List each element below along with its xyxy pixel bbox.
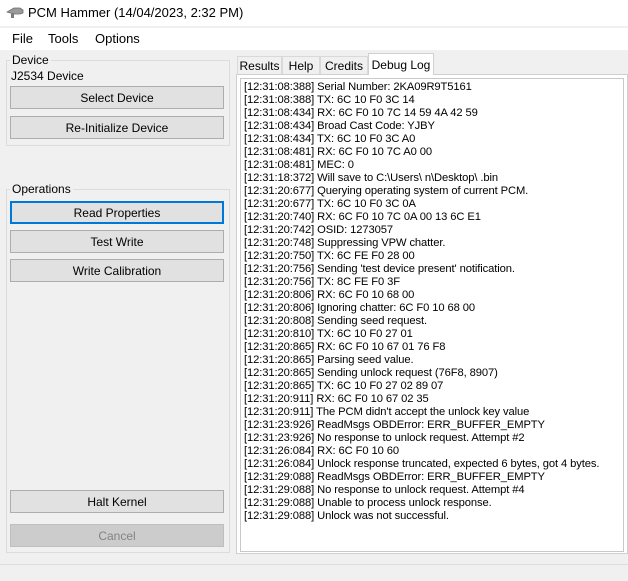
log-line: [12:31:20:677] Querying operating system… xyxy=(244,185,529,197)
test-write-button[interactable]: Test Write xyxy=(10,230,224,253)
log-line: [12:31:20:865] RX: 6C F0 10 67 01 76 F8 xyxy=(244,341,446,353)
menu-file[interactable]: File xyxy=(10,31,35,46)
log-line: [12:31:20:911] The PCM didn't accept the… xyxy=(244,406,530,418)
menu-options[interactable]: Options xyxy=(93,31,142,46)
log-line: [12:31:08:481] MEC: 0 xyxy=(244,159,354,171)
device-name: J2534 Device xyxy=(11,69,84,83)
menu-bar: File Tools Options xyxy=(0,28,628,50)
log-line: [12:31:20:810] TX: 6C 10 F0 27 01 xyxy=(244,328,413,340)
tab-credits[interactable]: Credits xyxy=(320,56,368,74)
log-line: [12:31:20:748] Suppressing VPW chatter. xyxy=(244,237,446,249)
halt-kernel-button[interactable]: Halt Kernel xyxy=(10,490,224,513)
hammer-icon xyxy=(6,7,24,18)
log-line: [12:31:20:865] Parsing seed value. xyxy=(244,354,414,366)
status-bar xyxy=(0,564,628,581)
log-line: [12:31:20:750] TX: 6C FE F0 28 00 xyxy=(244,250,415,262)
log-line: [12:31:20:756] TX: 8C FE F0 3F xyxy=(244,276,400,288)
log-line: [12:31:08:434] TX: 6C 10 F0 3C A0 xyxy=(244,133,416,145)
log-line: [12:31:08:481] RX: 6C F0 10 7C A0 00 xyxy=(244,146,432,158)
window-title: PCM Hammer (14/04/2023, 2:32 PM) xyxy=(28,5,244,20)
log-line: [12:31:20:865] Sending unlock request (7… xyxy=(244,367,498,379)
reinitialize-device-button[interactable]: Re-Initialize Device xyxy=(10,116,224,139)
log-line: [12:31:08:434] Broad Cast Code: YJBY xyxy=(244,120,435,132)
log-line: [12:31:20:865] TX: 6C 10 F0 27 02 89 07 xyxy=(244,380,444,392)
select-device-button[interactable]: Select Device xyxy=(10,86,224,109)
log-line: [12:31:29:088] Unlock was not successful… xyxy=(244,510,449,522)
log-line: [12:31:20:911] RX: 6C F0 10 67 02 35 xyxy=(244,393,429,405)
log-line: [12:31:20:808] Sending seed request. xyxy=(244,315,428,327)
operations-group-label: Operations xyxy=(10,182,73,196)
log-line: [12:31:08:434] RX: 6C F0 10 7C 14 59 4A … xyxy=(244,107,478,119)
log-line: [12:31:08:388] TX: 6C 10 F0 3C 14 xyxy=(244,94,415,106)
read-properties-button[interactable]: Read Properties xyxy=(10,201,224,224)
log-line: [12:31:20:756] Sending 'test device pres… xyxy=(244,263,515,275)
log-line: [12:31:18:372] Will save to C:\Users\ n\… xyxy=(244,172,499,184)
log-line: [12:31:20:677] TX: 6C 10 F0 3C 0A xyxy=(244,198,416,210)
log-line: [12:31:20:806] RX: 6C F0 10 68 00 xyxy=(244,289,415,301)
log-line: [12:31:08:388] Serial Number: 2KA09R9T51… xyxy=(244,81,472,93)
log-line: [12:31:29:088] ReadMsgs OBDError: ERR_BU… xyxy=(244,471,545,483)
log-line: [12:31:20:740] RX: 6C F0 10 7C 0A 00 13 … xyxy=(244,211,481,223)
menu-tools[interactable]: Tools xyxy=(46,31,80,46)
debug-log-textbox[interactable]: [12:31:08:388] Serial Number: 2KA09R9T51… xyxy=(240,78,624,552)
tab-help[interactable]: Help xyxy=(282,56,320,74)
log-line: [12:31:20:742] OSID: 1273057 xyxy=(244,224,393,236)
log-line: [12:31:26:084] RX: 6C F0 10 60 xyxy=(244,445,399,457)
tab-results[interactable]: Results xyxy=(237,56,282,74)
log-line: [12:31:20:806] Ignoring chatter: 6C F0 1… xyxy=(244,302,476,314)
log-line: [12:31:29:088] No response to unlock req… xyxy=(244,484,525,496)
write-calibration-button[interactable]: Write Calibration xyxy=(10,259,224,282)
tab-debug-log[interactable]: Debug Log xyxy=(368,53,434,75)
log-line: [12:31:29:088] Unable to process unlock … xyxy=(244,497,492,509)
title-bar: PCM Hammer (14/04/2023, 2:32 PM) xyxy=(0,0,628,26)
log-line: [12:31:23:926] No response to unlock req… xyxy=(244,432,525,444)
log-line: [12:31:23:926] ReadMsgs OBDError: ERR_BU… xyxy=(244,419,545,431)
log-line: [12:31:26:084] Unlock response truncated… xyxy=(244,458,600,470)
cancel-button[interactable]: Cancel xyxy=(10,524,224,547)
device-group-label: Device xyxy=(10,53,51,67)
